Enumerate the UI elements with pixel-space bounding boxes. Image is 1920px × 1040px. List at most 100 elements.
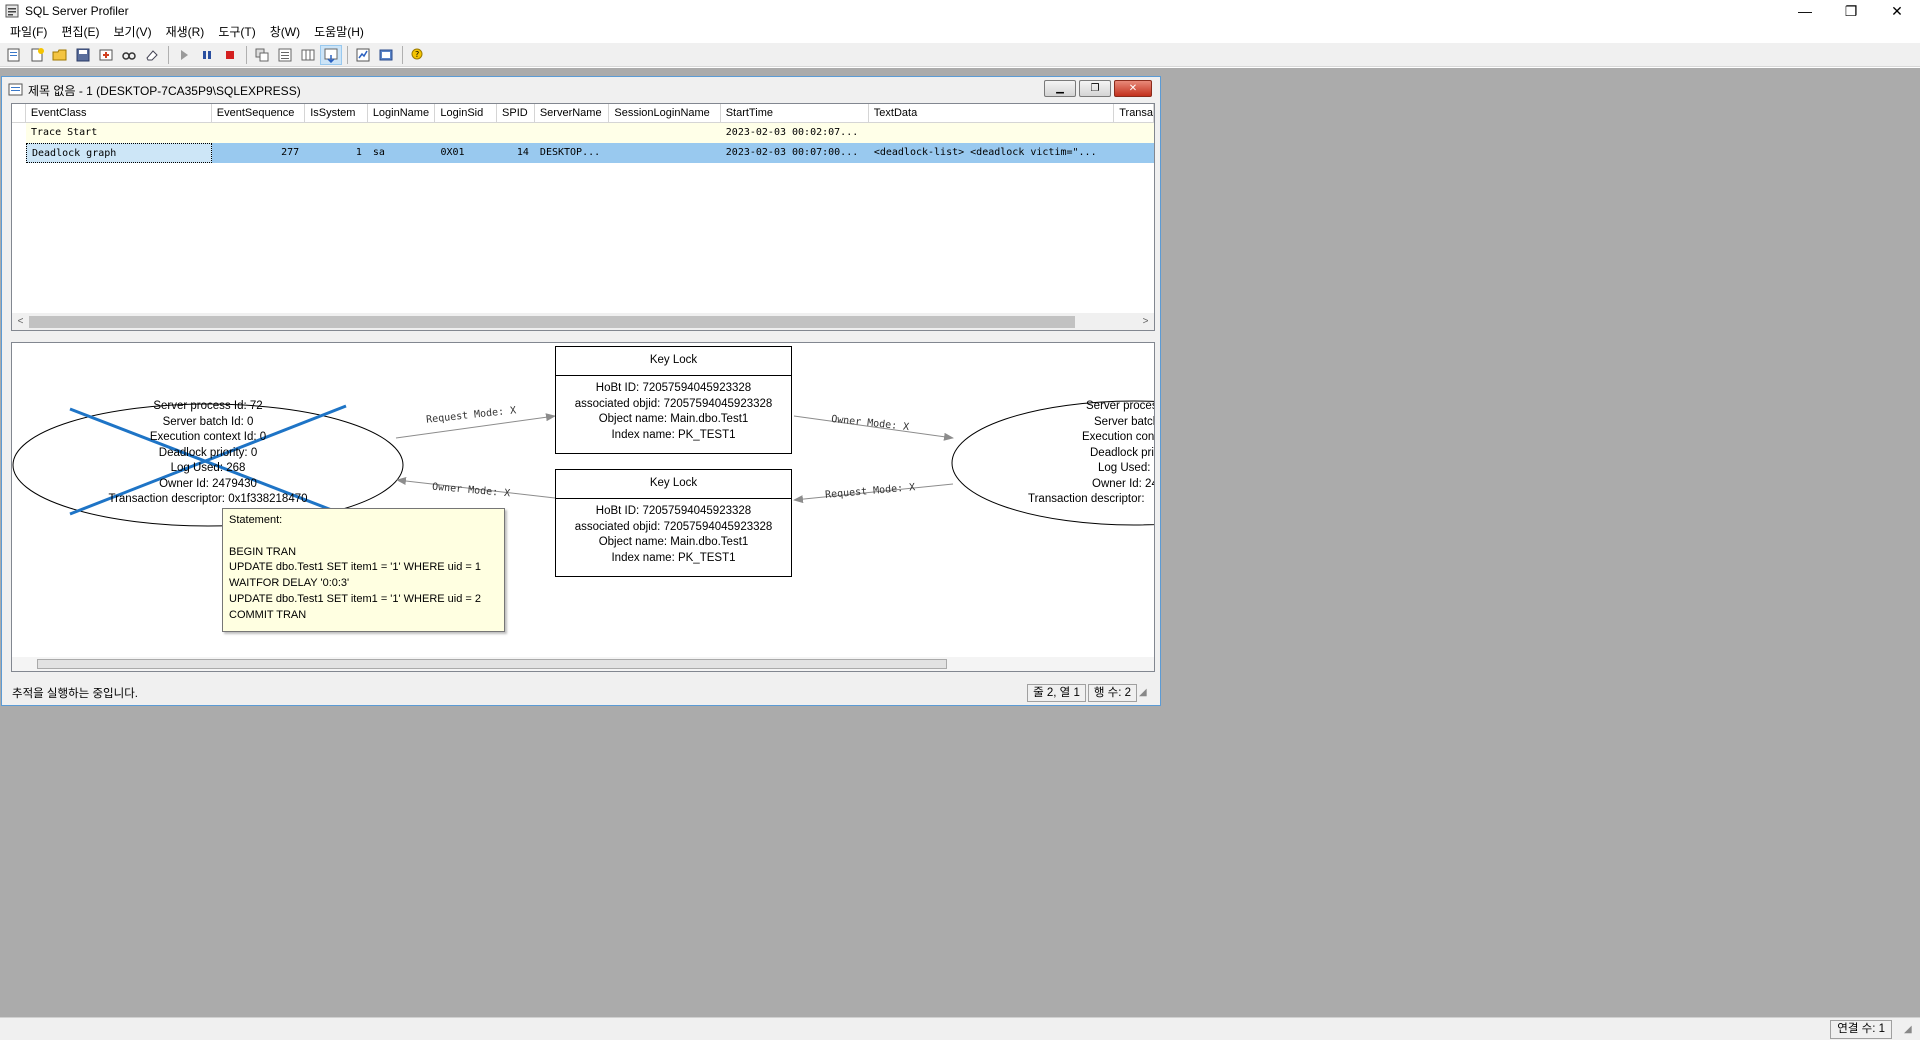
menu-edit[interactable]: 편집(E) xyxy=(54,22,106,42)
cell-sessionloginname xyxy=(609,143,720,163)
cell-starttime: 2023-02-03 00:07:00... xyxy=(725,147,859,158)
cell-issystem: 1 xyxy=(355,147,362,158)
graph-horizontal-scrollbar[interactable] xyxy=(12,657,1154,671)
cell-loginsid: 0X01 xyxy=(440,147,465,158)
menu-bar: 파일(F) 편집(E) 보기(V) 재생(R) 도구(T) 창(W) 도움말(H… xyxy=(0,22,1920,42)
menu-replay[interactable]: 재생(R) xyxy=(159,22,212,42)
trace-window-icon xyxy=(8,83,24,97)
column-header[interactable]: ServerName xyxy=(535,104,610,123)
graph-scroll-thumb[interactable] xyxy=(37,659,947,669)
cell-spid xyxy=(497,123,535,143)
toolbar-separator xyxy=(347,45,348,64)
column-header[interactable]: EventClass xyxy=(26,104,212,123)
column-header[interactable]: LoginName xyxy=(368,104,436,123)
minimize-button[interactable]: — xyxy=(1782,0,1828,22)
scroll-thumb[interactable] xyxy=(29,316,1075,328)
cell-issystem xyxy=(305,123,368,143)
column-header[interactable]: SPID xyxy=(497,104,535,123)
cell-loginsid xyxy=(435,123,497,143)
child-close-button[interactable]: ✕ xyxy=(1114,80,1152,97)
cell-eventsequence: 277 xyxy=(281,147,300,158)
menu-tools[interactable]: 도구(T) xyxy=(211,22,262,42)
eraser-icon[interactable] xyxy=(141,45,163,65)
menu-window[interactable]: 창(W) xyxy=(263,22,307,42)
open-folder-icon[interactable] xyxy=(49,45,71,65)
scroll-right-arrow[interactable]: > xyxy=(1137,313,1154,330)
column-header[interactable]: EventSequence xyxy=(212,104,306,123)
key-lock-title: Key Lock xyxy=(556,470,791,499)
column-header[interactable]: LoginSid xyxy=(435,104,498,123)
new-trace-icon[interactable] xyxy=(3,45,25,65)
toolbar-separator xyxy=(246,45,247,64)
toolbar-separator xyxy=(402,45,403,64)
trace-properties-icon[interactable] xyxy=(251,45,273,65)
column-header[interactable]: IsSystem xyxy=(305,104,368,123)
stop-trace-icon[interactable] xyxy=(219,45,241,65)
cell-eventclass: Trace Start xyxy=(30,127,98,138)
close-button[interactable]: ✕ xyxy=(1874,0,1920,22)
column-header[interactable]: TextData xyxy=(869,104,1115,123)
cursor-position: 줄 2, 열 1 xyxy=(1027,684,1086,702)
cell-transaction xyxy=(1114,143,1154,163)
resize-grip-icon[interactable]: ◢ xyxy=(1139,687,1153,701)
grid-horizontal-scrollbar[interactable]: < > xyxy=(12,313,1154,330)
grid-header: EventClass EventSequence IsSystem LoginN… xyxy=(12,104,1154,123)
column-header[interactable]: StartTime xyxy=(721,104,869,123)
other-process-details: Server proces Server batch Execution con… xyxy=(1028,400,1155,505)
table-row[interactable]: Trace Start 2023-02-03 00:02:07... xyxy=(12,123,1154,143)
mdi-client-area: 제목 없음 - 1 (DESKTOP-7CA35P9\SQLEXPRESS) ▁… xyxy=(0,68,1920,1017)
menu-view[interactable]: 보기(V) xyxy=(106,22,158,42)
connection-count: 연결 수: 1 xyxy=(1830,1020,1892,1039)
clear-window-icon[interactable] xyxy=(297,45,319,65)
find-icon[interactable] xyxy=(118,45,140,65)
cell-textdata: <deadlock-list> <deadlock victim="... xyxy=(873,147,1097,158)
cell-starttime: 2023-02-03 00:02:07... xyxy=(725,127,859,138)
auto-scroll-icon[interactable] xyxy=(274,45,296,65)
column-header[interactable]: SessionLoginName xyxy=(609,104,721,123)
restore-button[interactable]: ❐ xyxy=(1828,0,1874,22)
app-title-bar: SQL Server Profiler — ❐ ✕ xyxy=(0,0,1920,22)
trace-status-bar: 추적을 실행하는 중입니다. 줄 2, 열 1 행 수: 2 ◢ xyxy=(11,683,1155,703)
profiler-app-icon xyxy=(4,3,20,19)
column-header[interactable]: Transa xyxy=(1114,104,1154,123)
child-minimize-button[interactable]: ▁ xyxy=(1044,80,1076,97)
cell-eventclass: Deadlock graph xyxy=(25,143,212,163)
menu-help[interactable]: 도움말(H) xyxy=(307,22,371,42)
properties-icon[interactable] xyxy=(95,45,117,65)
perfmon-icon[interactable] xyxy=(352,45,374,65)
key-lock-node[interactable]: Key Lock HoBt ID: 72057594045923328 asso… xyxy=(555,469,792,577)
database-tuning-icon[interactable] xyxy=(375,45,397,65)
new-template-icon[interactable] xyxy=(26,45,48,65)
cell-transaction xyxy=(1114,123,1154,143)
cell-servername: DESKTOP... xyxy=(539,147,601,158)
run-trace-icon[interactable] xyxy=(173,45,195,65)
key-lock-node[interactable]: Key Lock HoBt ID: 72057594045923328 asso… xyxy=(555,346,792,454)
cell-servername xyxy=(535,123,610,143)
save-icon[interactable] xyxy=(72,45,94,65)
trace-status-text: 추적을 실행하는 중입니다. xyxy=(12,688,138,700)
app-status-bar: 연결 수: 1 ◢ xyxy=(0,1017,1920,1040)
show-column-icon[interactable] xyxy=(320,44,342,65)
trace-window: 제목 없음 - 1 (DESKTOP-7CA35P9\SQLEXPRESS) ▁… xyxy=(1,76,1161,706)
trace-window-title-bar: 제목 없음 - 1 (DESKTOP-7CA35P9\SQLEXPRESS) ▁… xyxy=(2,77,1160,103)
row-count: 행 수: 2 xyxy=(1087,684,1137,702)
trace-event-grid[interactable]: EventClass EventSequence IsSystem LoginN… xyxy=(11,103,1155,331)
trace-window-title: 제목 없음 - 1 (DESKTOP-7CA35P9\SQLEXPRESS) xyxy=(28,83,301,98)
statement-tooltip: Statement: BEGIN TRAN UPDATE dbo.Test1 S… xyxy=(222,508,505,632)
cell-textdata xyxy=(869,123,1114,143)
toolbar-separator xyxy=(168,45,169,64)
cell-eventsequence xyxy=(212,123,305,143)
cell-sessionloginname xyxy=(609,123,720,143)
pause-trace-icon[interactable] xyxy=(196,45,218,65)
cell-spid: 14 xyxy=(516,147,529,158)
scroll-left-arrow[interactable]: < xyxy=(12,313,29,330)
key-lock-title: Key Lock xyxy=(556,347,791,376)
app-title: SQL Server Profiler xyxy=(25,4,129,18)
deadlock-graph-pane[interactable]: Server process Id: 72 Server batch Id: 0… xyxy=(11,342,1155,672)
app-resize-grip-icon[interactable]: ◢ xyxy=(1904,1024,1918,1038)
toolbar: ? xyxy=(0,43,1920,67)
table-row-selected[interactable]: Deadlock graph 277 1 sa 0X01 14 DESKTOP.… xyxy=(12,143,1154,163)
help-icon[interactable]: ? xyxy=(407,45,429,65)
child-restore-button[interactable]: ❐ xyxy=(1079,80,1111,97)
menu-file[interactable]: 파일(F) xyxy=(3,22,54,42)
